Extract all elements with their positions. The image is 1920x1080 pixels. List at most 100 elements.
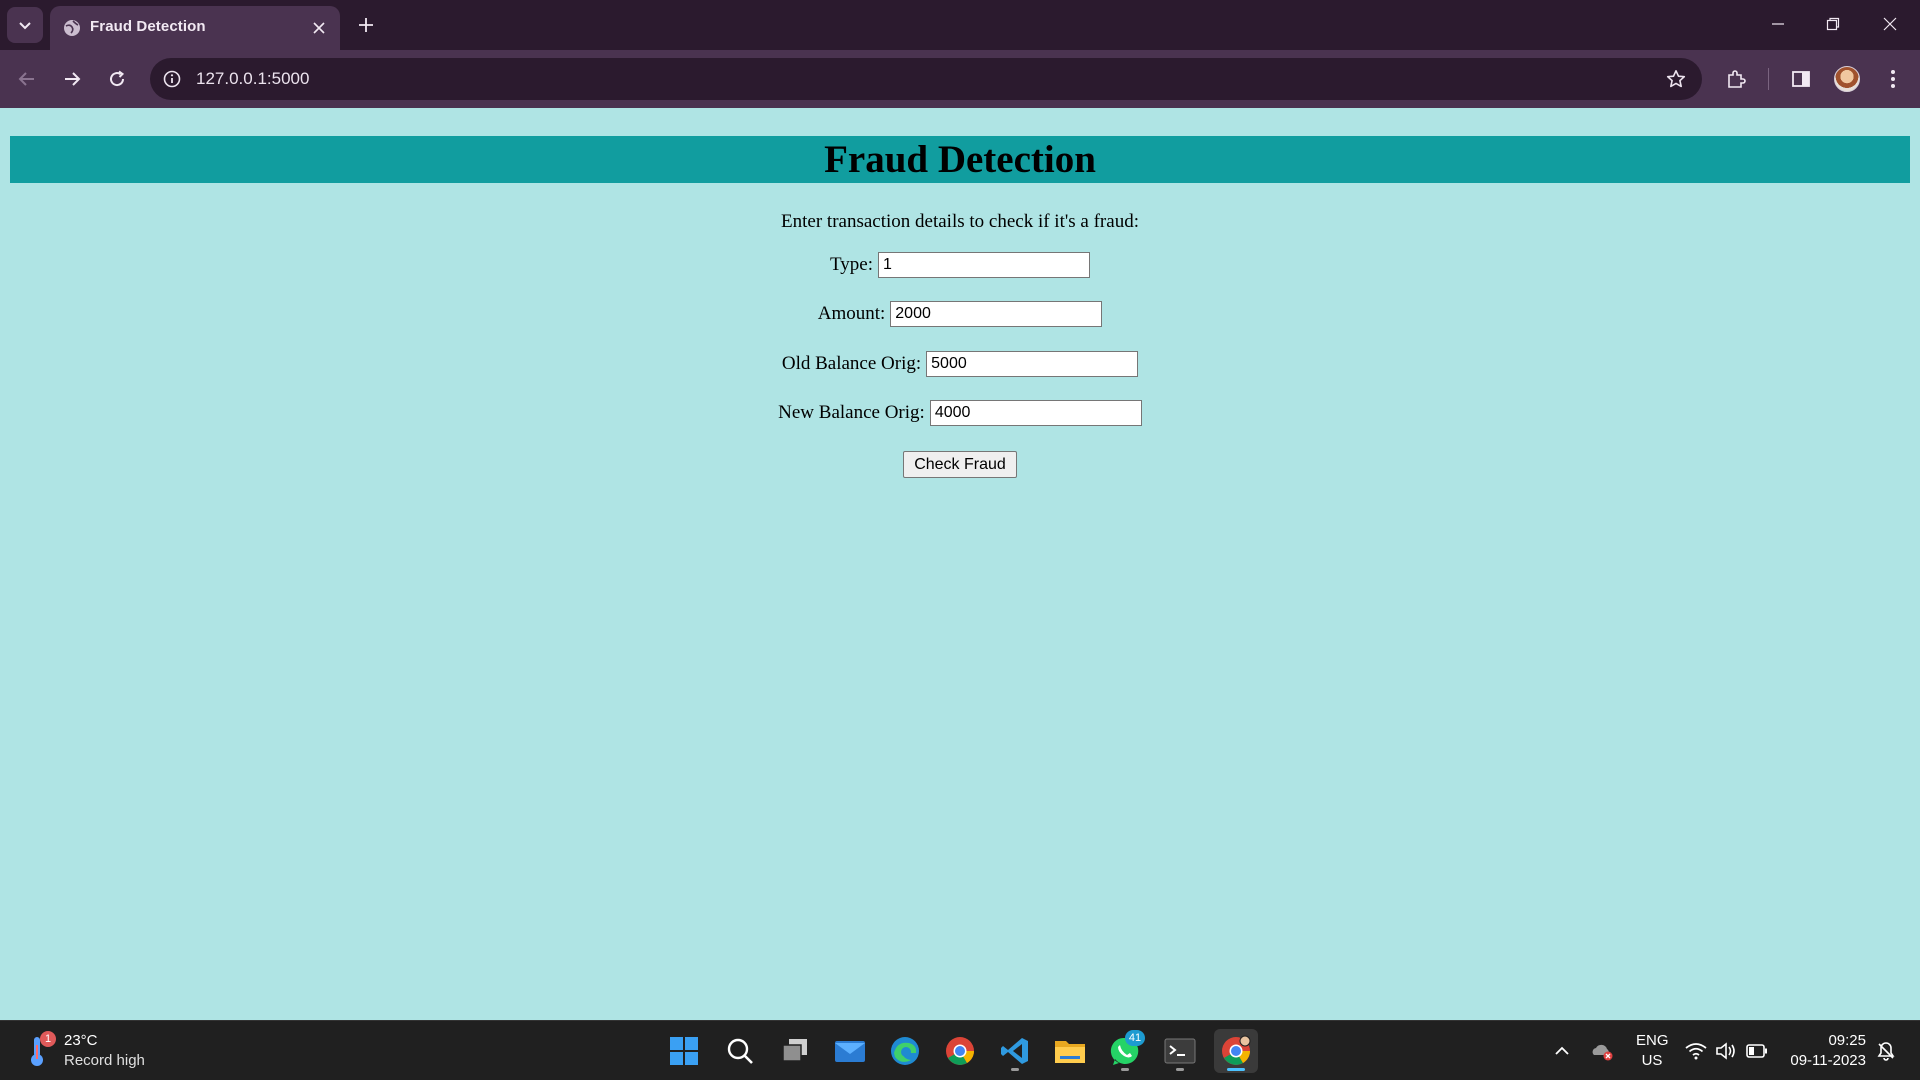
new-tab-button[interactable] — [352, 11, 380, 39]
onedrive-icon — [1592, 1044, 1613, 1061]
check-fraud-button[interactable]: Check Fraud — [903, 451, 1017, 478]
amount-row: Amount: — [0, 301, 1920, 327]
profile-avatar[interactable] — [1834, 66, 1860, 92]
type-label: Type: — [830, 254, 873, 275]
chrome-profile-app[interactable] — [1214, 1029, 1258, 1073]
taskbar: 1 23°C Record high 41 ENG US 09:25 09-11… — [0, 1020, 1920, 1080]
show-hidden-icons-button[interactable] — [1550, 1039, 1574, 1063]
url-text[interactable]: 127.0.0.1:5000 — [196, 69, 309, 89]
notification-icon — [1877, 1042, 1895, 1061]
weather-description: Record high — [64, 1052, 145, 1069]
whatsapp-app[interactable]: 41 — [1103, 1029, 1147, 1073]
browser-toolbar: 127.0.0.1:5000 — [0, 50, 1920, 108]
terminal-icon — [1164, 1038, 1196, 1064]
chrome-icon — [946, 1037, 974, 1065]
forward-icon — [65, 72, 81, 86]
new-balance-label: New Balance Orig: — [778, 402, 925, 423]
search-icon — [727, 1038, 753, 1064]
weather-alert-badge: 1 — [40, 1031, 56, 1047]
minimize-button[interactable] — [1756, 6, 1800, 42]
globe-icon — [64, 20, 80, 36]
whatsapp-badge: 41 — [1125, 1030, 1145, 1046]
edge-icon — [891, 1037, 919, 1065]
task-view-button[interactable] — [773, 1029, 817, 1073]
back-icon — [18, 72, 34, 86]
search-button[interactable] — [718, 1029, 762, 1073]
active-tab[interactable]: Fraud Detection — [50, 6, 340, 50]
type-row: Type: — [0, 252, 1920, 278]
notification-center-button[interactable] — [1874, 1039, 1898, 1063]
keyboard-layout-indicator[interactable]: US — [1636, 1052, 1668, 1069]
file-explorer-app[interactable] — [1048, 1029, 1092, 1073]
new-balance-input[interactable] — [929, 400, 1142, 426]
old-balance-input[interactable] — [926, 351, 1139, 377]
forward-button[interactable] — [55, 62, 89, 96]
mail-app[interactable] — [828, 1029, 872, 1073]
clock-time[interactable]: 09:25 — [1776, 1032, 1866, 1049]
plus-icon — [359, 18, 373, 32]
battery-status[interactable] — [1745, 1039, 1769, 1063]
site-info-button[interactable] — [160, 67, 184, 91]
start-button[interactable] — [662, 1029, 706, 1073]
tab-list-button[interactable] — [7, 7, 43, 43]
close-window-button[interactable] — [1868, 6, 1912, 42]
extensions-icon — [1728, 70, 1746, 88]
tab-title: Fraud Detection — [90, 18, 206, 35]
side-panel-button[interactable] — [1784, 62, 1818, 96]
old-balance-row: Old Balance Orig: — [0, 351, 1920, 377]
bookmark-button[interactable] — [1664, 67, 1688, 91]
vscode-app[interactable] — [993, 1029, 1037, 1073]
network-status[interactable] — [1684, 1039, 1708, 1063]
extensions-button[interactable] — [1719, 62, 1753, 96]
running-indicator — [1176, 1068, 1184, 1071]
site-info-icon — [163, 70, 181, 88]
new-balance-row: New Balance Orig: — [0, 400, 1920, 426]
chrome-app[interactable] — [938, 1029, 982, 1073]
menu-icon — [1891, 70, 1895, 88]
language-indicator[interactable]: ENG — [1636, 1032, 1669, 1049]
speaker-icon — [1716, 1042, 1735, 1060]
browser-tab-strip: Fraud Detection — [0, 0, 1920, 50]
volume-control[interactable] — [1714, 1039, 1738, 1063]
weather-temperature: 23°C — [64, 1032, 98, 1049]
restore-icon — [1826, 17, 1840, 31]
tab-list-icon — [19, 22, 31, 30]
toolbar-separator — [1768, 68, 1769, 90]
amount-label: Amount: — [817, 303, 886, 324]
page-content: Fraud Detection Enter transaction detail… — [0, 108, 1920, 1020]
mail-icon — [835, 1041, 865, 1062]
old-balance-label: Old Balance Orig: — [781, 353, 922, 374]
file-explorer-icon — [1055, 1041, 1085, 1063]
minimize-icon — [1772, 23, 1784, 25]
windows-start-icon — [670, 1037, 698, 1065]
chrome-icon — [1222, 1035, 1251, 1065]
chevron-up-icon — [1555, 1046, 1569, 1055]
task-view-icon — [782, 1039, 807, 1062]
reload-icon — [110, 70, 125, 87]
terminal-app[interactable] — [1158, 1029, 1202, 1073]
browser-menu-button[interactable] — [1876, 62, 1910, 96]
star-icon — [1666, 70, 1686, 88]
restore-button[interactable] — [1811, 6, 1855, 42]
running-indicator — [1011, 1068, 1019, 1071]
close-icon — [313, 22, 325, 34]
close-icon — [1883, 17, 1897, 31]
address-bar[interactable]: 127.0.0.1:5000 — [150, 58, 1702, 100]
onedrive-status[interactable] — [1590, 1039, 1614, 1063]
wifi-icon — [1685, 1043, 1707, 1060]
page-title: Fraud Detection — [824, 138, 1096, 181]
vscode-icon — [1001, 1038, 1028, 1064]
running-indicator — [1121, 1068, 1129, 1071]
battery-icon — [1746, 1044, 1767, 1058]
edge-app[interactable] — [883, 1029, 927, 1073]
running-indicator — [1227, 1068, 1245, 1071]
reload-button[interactable] — [100, 62, 134, 96]
type-input[interactable] — [878, 252, 1090, 278]
tab-close-button[interactable] — [308, 17, 330, 39]
intro-text: Enter transaction details to check if it… — [781, 211, 1139, 232]
back-button[interactable] — [10, 62, 44, 96]
amount-input[interactable] — [890, 301, 1103, 327]
side-panel-icon — [1792, 71, 1810, 87]
page-header: Fraud Detection — [10, 136, 1910, 183]
clock-date[interactable]: 09-11-2023 — [1776, 1052, 1866, 1069]
